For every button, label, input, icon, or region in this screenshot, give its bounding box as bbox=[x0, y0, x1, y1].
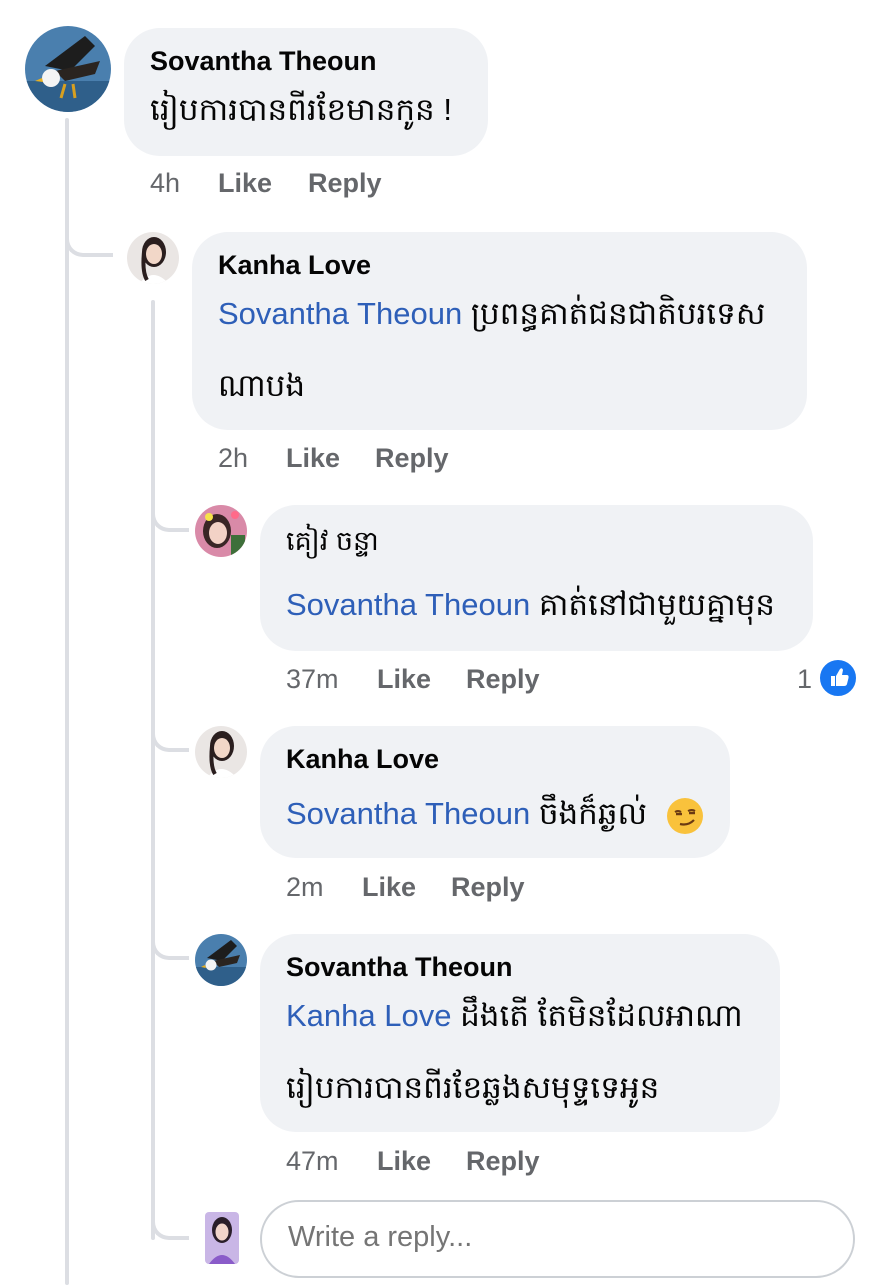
comment-text-line: ប្រពន្ធគាត់ជនជាតិបរទេស bbox=[470, 296, 766, 331]
mention-link[interactable]: Sovantha Theoun bbox=[286, 587, 530, 622]
comment-timestamp[interactable]: 37m bbox=[286, 664, 339, 695]
thumbs-up-icon[interactable] bbox=[818, 658, 858, 698]
comment-text-line: ចឹងក៏ឆ្ងល់ bbox=[538, 796, 648, 831]
like-button[interactable]: Like bbox=[286, 443, 340, 474]
comment-actions: 2h Like Reply bbox=[218, 443, 518, 475]
comment-timestamp[interactable]: 2h bbox=[218, 443, 248, 474]
comment-actions: 4h Like Reply bbox=[150, 168, 450, 200]
comment-actions: 47m Like Reply bbox=[286, 1146, 586, 1178]
thread-curve bbox=[151, 1188, 189, 1240]
comment-timestamp[interactable]: 2m bbox=[286, 872, 324, 903]
comment-text-line: គាត់នៅជាមួយគ្នាមុន bbox=[538, 587, 775, 622]
comment-bubble: Kanha Love Sovantha Theoun ចឹងក៏ឆ្ងល់ bbox=[260, 726, 730, 858]
comment-text: Sovantha Theoun ប្រពន្ធគាត់ជនជាតិបរទេស bbox=[218, 278, 765, 350]
comment-bubble: Sovantha Theoun រៀបការបានពីរខែមានកូន ! bbox=[124, 28, 488, 156]
reply-button[interactable]: Reply bbox=[308, 168, 382, 199]
thread-curve bbox=[151, 908, 189, 960]
smirk-emoji-icon bbox=[666, 797, 703, 834]
comment-author[interactable]: គៀវ ចន្ទា bbox=[286, 525, 379, 564]
reply-button[interactable]: Reply bbox=[466, 664, 540, 695]
mention-link[interactable]: Sovantha Theoun bbox=[286, 796, 530, 831]
thread-curve bbox=[65, 205, 113, 257]
comment-author[interactable]: Kanha Love bbox=[286, 744, 439, 775]
user-avatar-icon bbox=[205, 1212, 239, 1264]
comment-timestamp[interactable]: 47m bbox=[286, 1146, 339, 1177]
thread-curve bbox=[151, 700, 189, 752]
comment-text: Sovantha Theoun ចឹងក៏ឆ្ងល់ bbox=[286, 778, 704, 850]
avatar[interactable] bbox=[25, 26, 111, 112]
thread-curve bbox=[151, 480, 189, 532]
comment-author[interactable]: Kanha Love bbox=[218, 250, 371, 281]
eagle-avatar-icon bbox=[195, 934, 247, 986]
reply-button[interactable]: Reply bbox=[466, 1146, 540, 1177]
thread-line-replies bbox=[151, 300, 155, 1240]
comment-text: រៀបការបានពីរខែមានកូន ! bbox=[150, 92, 452, 127]
user-avatar-icon bbox=[127, 232, 179, 284]
avatar[interactable] bbox=[195, 934, 247, 986]
avatar[interactable] bbox=[195, 726, 247, 778]
reply-button[interactable]: Reply bbox=[375, 443, 449, 474]
avatar[interactable] bbox=[127, 232, 179, 284]
reaction-count[interactable]: 1 bbox=[797, 664, 812, 695]
comment-bubble: Sovantha Theoun Kanha Love ដឹងតើ តែមិនដែ… bbox=[260, 934, 780, 1132]
comment-bubble: គៀវ ចន្ទា Sovantha Theoun គាត់នៅជាមួយគ្ន… bbox=[260, 505, 813, 651]
comment-actions: 2m Like Reply bbox=[286, 872, 586, 904]
like-button[interactable]: Like bbox=[377, 1146, 431, 1177]
mention-link[interactable]: Kanha Love bbox=[286, 998, 451, 1033]
user-avatar-icon bbox=[195, 505, 247, 557]
comment-author[interactable]: Sovantha Theoun bbox=[286, 952, 513, 983]
eagle-avatar-icon bbox=[25, 26, 111, 112]
comment-actions: 37m Like Reply bbox=[286, 664, 586, 696]
comment-timestamp[interactable]: 4h bbox=[150, 168, 180, 199]
reply-box[interactable] bbox=[260, 1200, 855, 1278]
comment-text-line: ដឹងតើ តែមិនដែលអាណា bbox=[460, 998, 743, 1033]
comment-text-line: រៀបការបានពីរខែឆ្លងសមុទ្ទទេអូន bbox=[286, 1070, 660, 1105]
comment-author[interactable]: Sovantha Theoun bbox=[150, 46, 377, 77]
comment-text-line: ណាបង bbox=[218, 368, 306, 403]
avatar[interactable] bbox=[195, 505, 247, 557]
thread-line-main bbox=[65, 118, 69, 1285]
like-button[interactable]: Like bbox=[362, 872, 416, 903]
mention-link[interactable]: Sovantha Theoun bbox=[218, 296, 462, 331]
comment-text: Kanha Love ដឹងតើ តែមិនដែលអាណា bbox=[286, 980, 743, 1052]
reply-input[interactable] bbox=[286, 1220, 810, 1255]
like-button[interactable]: Like bbox=[377, 664, 431, 695]
user-avatar-icon bbox=[195, 726, 247, 778]
comment-bubble: Kanha Love Sovantha Theoun ប្រពន្ធគាត់ជន… bbox=[192, 232, 807, 430]
like-button[interactable]: Like bbox=[218, 168, 272, 199]
current-user-avatar[interactable] bbox=[205, 1212, 239, 1264]
reply-button[interactable]: Reply bbox=[451, 872, 525, 903]
comment-text: Sovantha Theoun គាត់នៅជាមួយគ្នាមុន bbox=[286, 569, 775, 641]
